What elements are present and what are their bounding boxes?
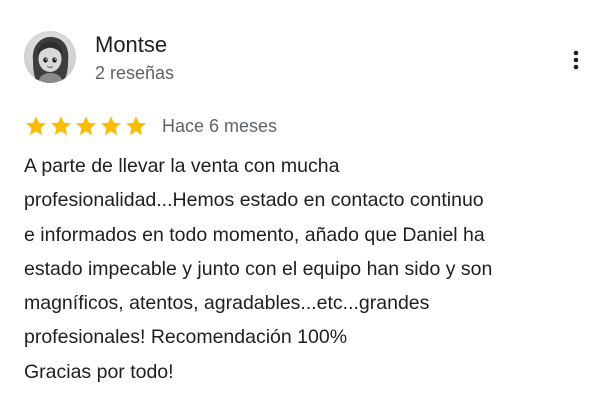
- cartoon-girl-avatar-icon: [24, 31, 76, 83]
- more-options-button[interactable]: [560, 42, 592, 78]
- author-name[interactable]: Montse: [95, 32, 167, 58]
- star-filled-icon: [76, 116, 96, 136]
- review-text-line: profesionalidad...Hemos estado en contac…: [24, 189, 484, 212]
- star-filled-icon: [51, 116, 71, 136]
- star-filled-icon: [101, 116, 121, 136]
- rating-row: Hace 6 meses: [24, 113, 277, 139]
- review-text-line: e informados en todo momento, añado que …: [24, 223, 485, 246]
- review-date: Hace 6 meses: [162, 116, 278, 136]
- more-vert-icon: [573, 50, 579, 70]
- author-avatar[interactable]: [24, 31, 76, 83]
- review-text: A parte de llevar la venta con mucha prof…: [24, 149, 594, 389]
- author-review-count[interactable]: 2 reseñas: [95, 62, 174, 84]
- review-text-line: profesionales! Recomendación 100%: [24, 326, 348, 349]
- review-text-line: magníficos, atentos, agradables...etc...…: [24, 292, 430, 315]
- review-text-line: Gracias por todo!: [24, 360, 174, 383]
- review-text-line: A parte de llevar la venta con mucha: [24, 155, 340, 177]
- star-filled-icon: [126, 116, 146, 136]
- star-rating: [24, 114, 148, 138]
- review-text-line: estado impecable y junto con el equipo h…: [24, 257, 493, 280]
- star-filled-icon: [26, 116, 46, 136]
- review-card: Montse 2 reseñas Hace 6 meses A parte de…: [0, 0, 616, 406]
